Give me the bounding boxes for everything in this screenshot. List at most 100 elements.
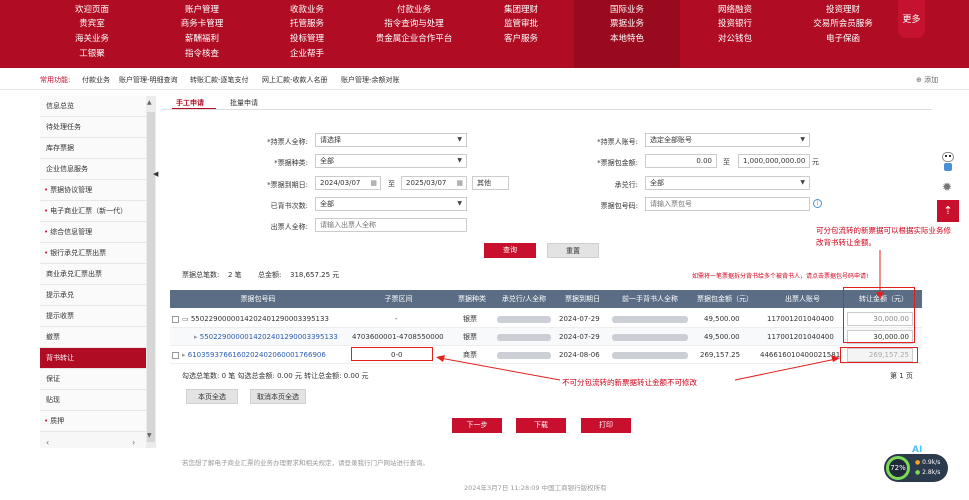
quick-item[interactable]: 账户管理-余额对账 bbox=[341, 75, 400, 85]
upload-speed: ● 0.9k/s bbox=[915, 459, 941, 466]
select-all-button[interactable]: 本页全选 bbox=[186, 389, 238, 404]
bill-no[interactable]: 6103593766160202402060001766906 bbox=[188, 351, 326, 359]
nav-item[interactable]: 投标管理 bbox=[290, 34, 324, 45]
cpu-percent: 72% bbox=[890, 464, 906, 472]
amount-to-input[interactable]: 1,000,000,000.00 bbox=[738, 154, 810, 168]
sidebar-item[interactable]: • 银行承兑汇票出票 bbox=[40, 243, 146, 264]
bill-type-select[interactable]: 全部 bbox=[315, 154, 467, 168]
query-button[interactable]: 查询 bbox=[484, 243, 536, 258]
nav-item[interactable]: 交易所会员服务 bbox=[813, 19, 873, 30]
nav-item[interactable]: 网络融资 bbox=[718, 5, 752, 16]
quick-item[interactable]: 账户管理-明细查询 bbox=[119, 75, 178, 85]
nav-item[interactable]: 指令核查 bbox=[185, 49, 219, 60]
sidebar-item[interactable]: 背书转让 bbox=[40, 348, 146, 369]
nav-item[interactable]: 托管服务 bbox=[290, 19, 324, 30]
lightbulb-icon[interactable]: ✹ bbox=[942, 180, 952, 194]
amount-sep: 至 bbox=[723, 158, 730, 166]
sidebar-item[interactable]: 保证 bbox=[40, 369, 146, 390]
table-row[interactable]: ▭ 5502290000014202401290003395133 - 银票 2… bbox=[170, 310, 922, 328]
nav-item[interactable]: 监管审批 bbox=[504, 19, 538, 30]
amount-from-input[interactable]: 0.00 bbox=[645, 154, 717, 168]
nav-item[interactable]: 贵宾室 bbox=[79, 19, 105, 30]
amount-cell: 269,157.25 bbox=[700, 351, 741, 359]
sidebar-item[interactable]: 库存票据 bbox=[40, 138, 146, 159]
nav-item[interactable]: 集团理财 bbox=[504, 5, 538, 16]
nav-item[interactable]: 本地特色 bbox=[610, 34, 644, 45]
holder-name-select[interactable]: 请选择 bbox=[315, 133, 467, 147]
add-quick-button[interactable]: ⊕ 添加 bbox=[916, 75, 938, 85]
sidebar-item[interactable]: 待处理任务 bbox=[40, 117, 146, 138]
due-other-select[interactable]: 其他 bbox=[472, 176, 509, 190]
nav-item[interactable]: 企业帮手 bbox=[290, 49, 324, 60]
sidebar-item[interactable]: 撤票 bbox=[40, 327, 146, 348]
scroll-left-icon[interactable]: ‹ bbox=[46, 438, 49, 447]
nav-item[interactable]: 国际业务 bbox=[610, 5, 644, 16]
due-sep: 至 bbox=[388, 180, 395, 188]
sidebar-item[interactable]: 贴现 bbox=[40, 390, 146, 411]
nav-item[interactable]: 指令查询与处理 bbox=[384, 19, 444, 30]
sidebar-item[interactable]: • 综合信息管理 bbox=[40, 222, 146, 243]
table-row[interactable]: ▸ 6103593766160202402060001766906 0-0 商票… bbox=[170, 346, 922, 364]
scroll-up-arrow-icon[interactable]: ▲ bbox=[147, 99, 152, 106]
nav-item[interactable]: 对公钱包 bbox=[718, 34, 752, 45]
robot-assistant-icon[interactable] bbox=[940, 152, 956, 172]
holder-account-select[interactable]: 选定全部账号 bbox=[645, 133, 810, 147]
bill-no-input[interactable] bbox=[645, 197, 810, 211]
scroll-down-arrow-icon[interactable]: ▼ bbox=[147, 432, 152, 439]
table-row[interactable]: ▸ 5502290000014202401290003395133 470360… bbox=[170, 328, 922, 346]
endorse-times-select[interactable]: 全部 bbox=[315, 197, 467, 211]
nav-item[interactable]: 票据业务 bbox=[610, 19, 644, 30]
network-speed-widget[interactable]: AI 72% ● 0.9k/s ● 2.8k/s bbox=[884, 445, 948, 482]
nav-item[interactable]: 贵金属企业合作平台 bbox=[376, 34, 453, 45]
back-to-top-button[interactable]: ⇡ bbox=[937, 200, 959, 222]
bill-no[interactable]: 5502290000014202401290003395133 bbox=[200, 333, 338, 341]
nav-item[interactable]: 账户管理 bbox=[185, 5, 219, 16]
more-menu-button[interactable]: 更多 bbox=[898, 0, 925, 38]
nav-item[interactable]: 欢迎页面 bbox=[75, 5, 109, 16]
collapse-sidebar-icon[interactable]: ◀ bbox=[153, 170, 158, 178]
reset-button[interactable]: 重置 bbox=[547, 243, 599, 258]
calendar-icon[interactable]: ▦ bbox=[370, 177, 377, 189]
sidebar-item[interactable]: 信息总览 bbox=[40, 96, 146, 117]
sidebar-item[interactable]: • 票据协议管理 bbox=[40, 180, 146, 201]
prev-endorser-redacted bbox=[612, 352, 688, 359]
info-icon[interactable]: i bbox=[813, 199, 822, 208]
quick-item[interactable]: 网上汇款-收款人名册 bbox=[262, 75, 328, 85]
print-button[interactable]: 打印 bbox=[581, 418, 631, 433]
next-step-button[interactable]: 下一步 bbox=[452, 418, 502, 433]
nav-item[interactable]: 投资理财 bbox=[826, 5, 860, 16]
row-checkbox[interactable] bbox=[172, 351, 179, 359]
nav-item[interactable]: 投资银行 bbox=[718, 19, 752, 30]
sidebar-item[interactable]: 企业信息服务 bbox=[40, 159, 146, 180]
deselect-all-button[interactable]: 取消本页全选 bbox=[250, 389, 306, 404]
expand-icon[interactable]: ▭ bbox=[182, 315, 191, 323]
row-checkbox[interactable] bbox=[172, 315, 179, 323]
nav-item[interactable]: 付款业务 bbox=[397, 5, 431, 16]
nav-item[interactable]: 收款业务 bbox=[290, 5, 324, 16]
nav-item[interactable]: 工银聚 bbox=[79, 49, 105, 60]
sidebar-item[interactable]: • 质押 bbox=[40, 411, 146, 432]
nav-item[interactable]: 薪酬福利 bbox=[185, 34, 219, 45]
sidebar-item[interactable]: 商业承兑汇票出票 bbox=[40, 264, 146, 285]
quick-item[interactable]: 转账汇款-逐笔支付 bbox=[190, 75, 249, 85]
tab-batch[interactable]: 批量申请 bbox=[230, 98, 258, 108]
sidebar-item[interactable]: 提示承兑 bbox=[40, 285, 146, 306]
calendar-icon[interactable]: ▦ bbox=[456, 177, 463, 189]
tab-manual[interactable]: 手工申请 bbox=[176, 98, 204, 108]
scroll-right-icon[interactable]: › bbox=[132, 438, 135, 447]
due-from-input[interactable]: 2024/03/07 ▦ bbox=[315, 176, 381, 190]
nav-item[interactable]: 电子保函 bbox=[826, 34, 860, 45]
quick-item[interactable]: 付款业务 bbox=[82, 75, 110, 85]
sidebar-scroll-thumb[interactable] bbox=[147, 112, 155, 442]
drawer-input[interactable] bbox=[315, 218, 467, 232]
sidebar-item-label: 提示收票 bbox=[46, 312, 74, 320]
sidebar-item[interactable]: 提示收票 bbox=[40, 306, 146, 327]
download-button[interactable]: 下载 bbox=[516, 418, 566, 433]
due-to-input[interactable]: 2025/03/07 ▦ bbox=[401, 176, 467, 190]
page-indicator: 第 1 页 bbox=[890, 372, 913, 380]
acceptor-select[interactable]: 全部 bbox=[645, 176, 810, 190]
nav-item[interactable]: 海关业务 bbox=[75, 34, 109, 45]
nav-item[interactable]: 商务卡管理 bbox=[181, 19, 224, 30]
sidebar-item[interactable]: • 电子商业汇票（新一代） bbox=[40, 201, 146, 222]
nav-item[interactable]: 客户服务 bbox=[504, 34, 538, 45]
